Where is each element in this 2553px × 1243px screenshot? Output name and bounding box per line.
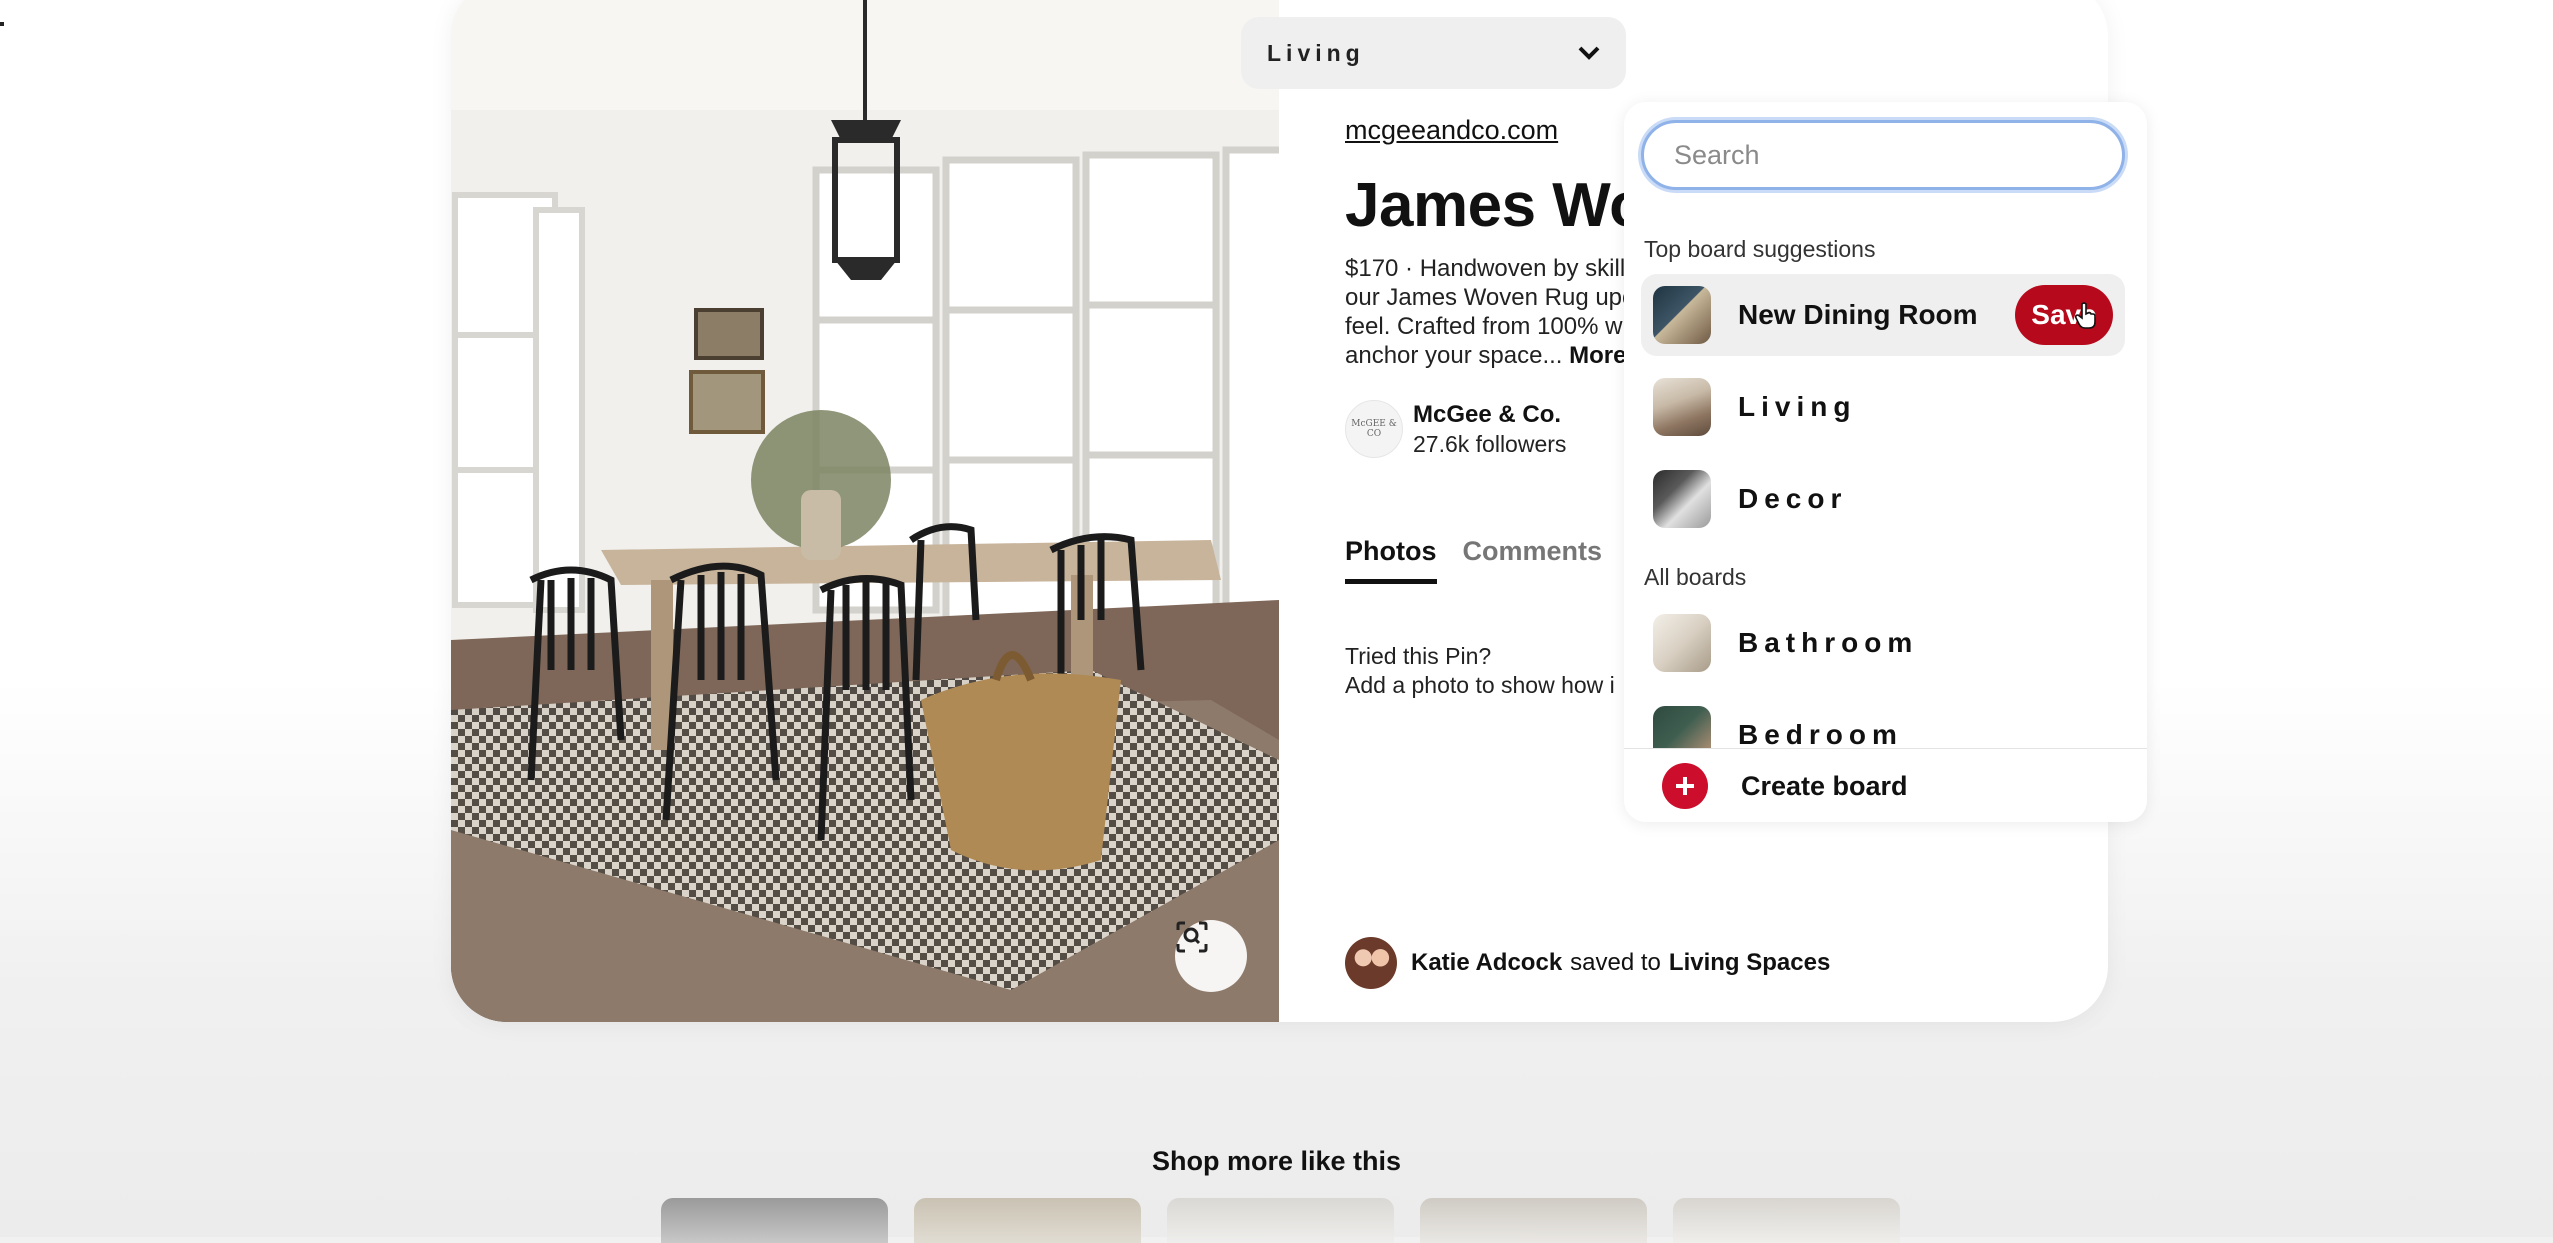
shop-thumbnail[interactable] <box>914 1198 1141 1243</box>
corner-mark <box>0 22 4 26</box>
saved-board-name[interactable]: Living Spaces <box>1669 949 1830 977</box>
shop-thumbnail[interactable] <box>661 1198 888 1243</box>
board-name: Bathroom <box>1738 627 1919 658</box>
shop-more-heading: Shop more like this <box>1151 1146 1402 1176</box>
tab-comments[interactable]: Comments <box>1463 536 1603 584</box>
avatar[interactable] <box>1345 937 1397 989</box>
board-name: Living <box>1738 391 1857 422</box>
saved-by-row: Katie Adcock saved to Living Spaces <box>1345 937 1830 989</box>
create-board-label: Create board <box>1741 770 1908 801</box>
board-thumbnail <box>1653 470 1711 528</box>
board-row-decor[interactable]: Decor <box>1641 458 2125 540</box>
all-boards-label: All boards <box>1644 564 1747 590</box>
tried-line: Tried this Pin? <box>1345 643 1492 669</box>
board-name: Bedroom <box>1738 719 1903 750</box>
pin-image[interactable] <box>451 0 1279 1022</box>
shop-thumbnail[interactable] <box>1673 1198 1900 1243</box>
saved-to-text: saved to <box>1570 949 1661 976</box>
source-domain-link[interactable]: mcgeeandco.com <box>1345 115 1558 146</box>
search-placeholder: Search <box>1674 139 1760 170</box>
board-select-label: Living <box>1267 39 1365 66</box>
more-link[interactable]: More <box>1569 342 1626 369</box>
visual-search-icon <box>1176 921 1208 953</box>
board-search-input[interactable]: Search <box>1641 120 2125 190</box>
board-row-bathroom[interactable]: Bathroom <box>1641 602 2125 684</box>
board-select-dropdown[interactable]: Living <box>1241 17 1626 89</box>
description-line: anchor your space... <box>1345 342 1563 369</box>
top-suggestions-label: Top board suggestions <box>1644 236 1876 262</box>
create-board-button[interactable]: Create board <box>1624 748 2147 822</box>
visual-search-button[interactable] <box>1175 920 1247 992</box>
saver-name[interactable]: Katie Adcock <box>1411 949 1562 977</box>
board-thumbnail <box>1653 378 1711 436</box>
shop-thumbnail[interactable] <box>1420 1198 1647 1243</box>
tried-pin-prompt: Tried this Pin? Add a photo to show how … <box>1345 642 1615 700</box>
avatar[interactable]: McGEE & CO <box>1345 400 1403 458</box>
board-name: Decor <box>1738 483 1848 514</box>
author-name[interactable]: McGee & Co. <box>1413 401 1566 429</box>
pin-title: James Wo <box>1345 171 1647 240</box>
board-name: New Dining Room <box>1738 299 1978 330</box>
board-row-new-dining-room[interactable]: New Dining Room Save <box>1641 274 2125 356</box>
pin-tabs: Photos Comments <box>1345 536 1602 584</box>
board-row-living[interactable]: Living <box>1641 366 2125 448</box>
tab-photos[interactable]: Photos <box>1345 536 1437 584</box>
shop-thumbnail[interactable] <box>1167 1198 1394 1243</box>
tried-line: Add a photo to show how i <box>1345 672 1615 698</box>
hand-cursor-icon <box>2075 302 2096 329</box>
plus-icon <box>1662 763 1708 809</box>
author-row[interactable]: McGEE & CO McGee & Co. 27.6k followers <box>1345 400 1566 458</box>
save-button[interactable]: Save <box>2015 285 2113 345</box>
author-followers: 27.6k followers <box>1413 430 1567 457</box>
chevron-down-icon <box>1578 46 1600 60</box>
board-picker-dropdown: Search Top board suggestions New Dining … <box>1624 102 2147 822</box>
board-thumbnail <box>1653 286 1711 344</box>
dining-room-photo <box>451 0 1279 1022</box>
board-thumbnail <box>1653 614 1711 672</box>
